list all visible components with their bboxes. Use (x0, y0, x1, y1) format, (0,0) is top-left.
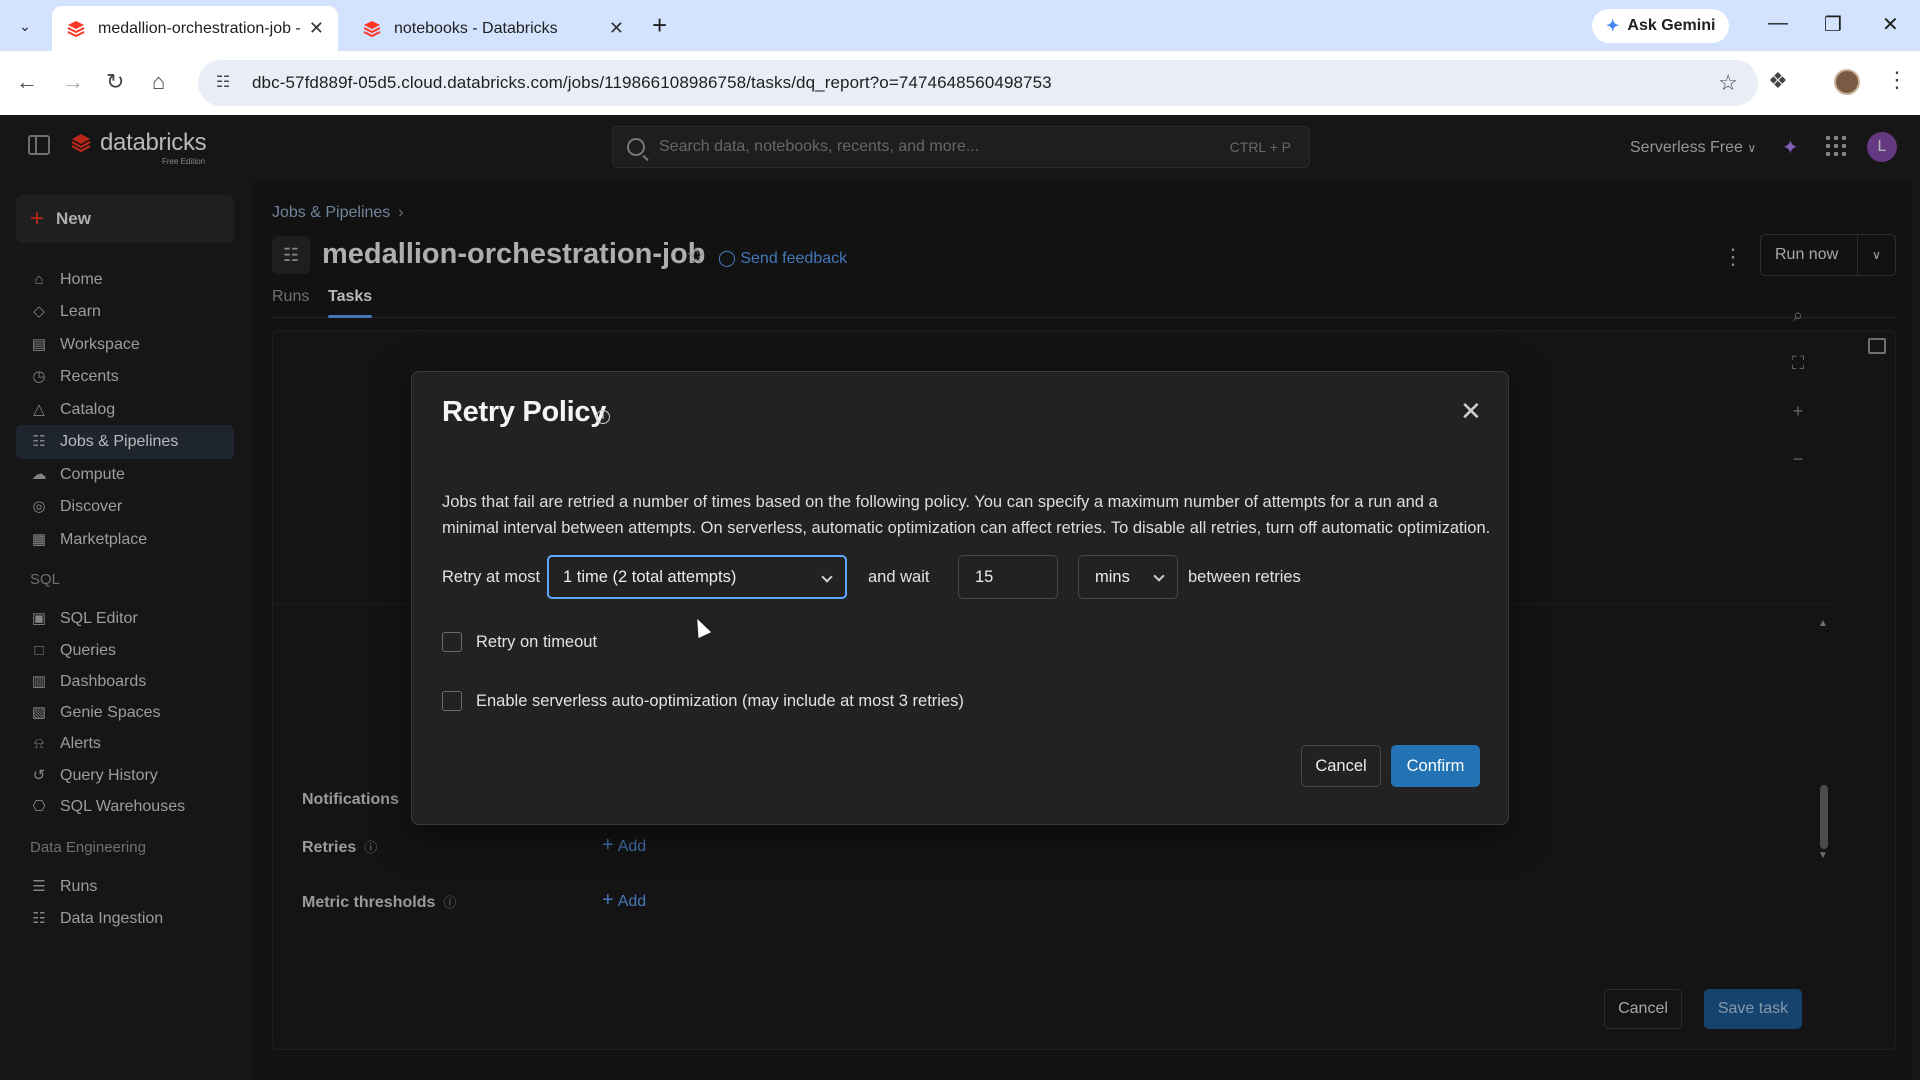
tab-title: notebooks - Databricks (394, 19, 558, 37)
wait-unit-value: mins (1095, 568, 1130, 586)
browser-tab-active[interactable]: medallion-orchestration-job - D ✕ (52, 6, 338, 51)
chevron-down-icon (821, 571, 833, 583)
dialog-description: Jobs that fail are retried a number of t… (442, 493, 1491, 537)
bookmark-star-icon[interactable]: ☆ (1718, 70, 1738, 96)
info-icon[interactable]: i (596, 410, 610, 424)
address-bar[interactable]: ☷ dbc-57fd889f-05d5.cloud.databricks.com… (198, 60, 1758, 106)
reload-icon[interactable]: ↻ (106, 69, 124, 95)
tab-title: medallion-orchestration-job - D (98, 19, 301, 37)
retry-policy-dialog: Retry Policy i ✕ Jobs that fail are retr… (411, 371, 1509, 825)
cancel-button[interactable]: Cancel (1301, 745, 1381, 787)
browser-tabstrip: ⌄ medallion-orchestration-job - D ✕ note… (0, 0, 1920, 51)
chevron-down-icon (1153, 570, 1165, 582)
profile-avatar[interactable] (1834, 69, 1860, 95)
back-icon[interactable]: ← (16, 69, 38, 95)
confirm-button[interactable]: Confirm (1391, 745, 1480, 787)
and-wait-label: and wait (868, 568, 930, 586)
checkbox-box[interactable] (442, 632, 462, 652)
wait-unit-select[interactable]: mins (1078, 555, 1178, 599)
home-icon[interactable]: ⌂ (152, 69, 165, 95)
retry-count-value: 1 time (2 total attempts) (563, 568, 737, 586)
url-text: dbc-57fd889f-05d5.cloud.databricks.com/j… (252, 73, 1052, 92)
new-tab-icon[interactable]: + (652, 12, 667, 38)
minimize-icon[interactable]: — (1768, 12, 1788, 35)
tab-search-chevron-icon[interactable]: ⌄ (12, 13, 38, 39)
dialog-title: Retry Policy (442, 396, 607, 428)
browser-tab[interactable]: notebooks - Databricks ✕ (348, 6, 638, 51)
browser-toolbar: ← → ↻ ⌂ ☷ dbc-57fd889f-05d5.cloud.databr… (0, 51, 1920, 115)
close-tab-icon[interactable]: ✕ (609, 18, 624, 39)
retry-count-select[interactable]: 1 time (2 total attempts) (547, 555, 847, 599)
forward-icon[interactable]: → (62, 69, 84, 95)
auto-optimization-label: Enable serverless auto-optimization (may… (476, 691, 964, 710)
close-tab-icon[interactable]: ✕ (309, 18, 324, 39)
auto-optimization-checkbox[interactable]: Enable serverless auto-optimization (may… (442, 691, 964, 711)
close-window-icon[interactable]: ✕ (1882, 12, 1899, 37)
extensions-icon[interactable]: ❖ (1768, 68, 1788, 94)
site-info-icon[interactable]: ☷ (212, 72, 234, 94)
close-icon[interactable]: ✕ (1460, 398, 1482, 424)
gemini-sparkle-icon: ✦ (1606, 18, 1620, 35)
retry-on-timeout-label: Retry on timeout (476, 632, 598, 651)
databricks-favicon-icon (363, 20, 381, 37)
retry-settings-row: Retry at most 1 time (2 total attempts) … (442, 555, 1482, 599)
restore-icon[interactable]: ❐ (1824, 12, 1842, 37)
browser-menu-icon[interactable]: ⋮ (1886, 67, 1908, 93)
retry-on-timeout-checkbox[interactable]: Retry on timeout (442, 632, 597, 652)
wait-interval-value: 15 (975, 568, 994, 586)
wait-interval-input[interactable]: 15 (958, 555, 1058, 599)
retry-at-most-label: Retry at most (442, 568, 541, 586)
databricks-favicon-icon (67, 20, 85, 37)
ask-gemini-button[interactable]: ✦ Ask Gemini (1592, 9, 1730, 43)
between-retries-label: between retries (1188, 568, 1301, 586)
checkbox-box[interactable] (442, 691, 462, 711)
ask-gemini-label: Ask Gemini (1627, 17, 1716, 34)
